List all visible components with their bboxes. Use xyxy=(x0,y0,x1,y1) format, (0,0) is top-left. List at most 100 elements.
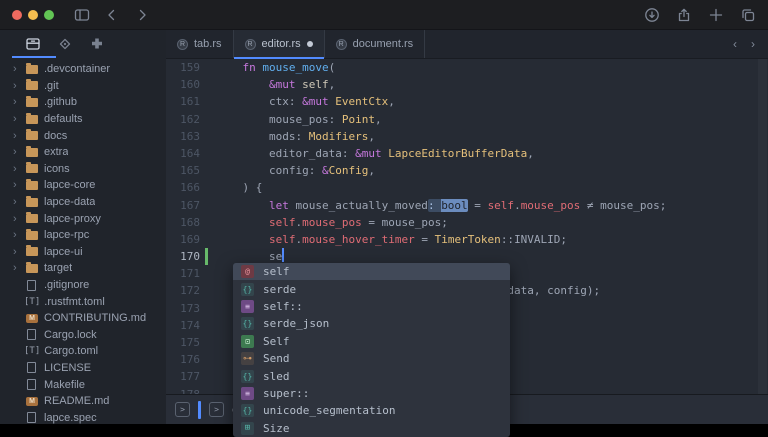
completion-item-Size[interactable]: ⊞Size xyxy=(233,420,510,437)
folder-icon xyxy=(26,181,38,190)
plugins-icon[interactable] xyxy=(89,36,105,52)
folder-icon xyxy=(26,131,38,140)
tree-item-label: .gitignore xyxy=(44,279,89,291)
tree-item-target[interactable]: ›target xyxy=(0,260,166,277)
completion-item-unicode_segmentation[interactable]: {}unicode_segmentation xyxy=(233,402,510,419)
tabs-forward-icon[interactable]: › xyxy=(751,37,755,51)
change-indicator xyxy=(205,179,208,196)
source-control-icon[interactable] xyxy=(57,36,73,52)
code-line-162[interactable]: 162 mouse_pos: Point, xyxy=(166,111,768,128)
chevron-right-icon: › xyxy=(13,114,26,124)
minimize-window-button[interactable] xyxy=(28,10,38,20)
change-indicator xyxy=(205,317,208,334)
tree-item-icons[interactable]: ›icons xyxy=(0,161,166,178)
tree-item-label: defaults xyxy=(44,113,83,125)
tree-item-.github[interactable]: ›.github xyxy=(0,94,166,111)
change-indicator xyxy=(205,214,208,231)
tree-item-label: .rustfmt.toml xyxy=(44,296,105,308)
module-kind-icon: {} xyxy=(241,317,254,330)
file-explorer-icon[interactable] xyxy=(25,36,41,52)
line-number: 172 xyxy=(166,282,200,299)
completion-item-self[interactable]: @self xyxy=(233,263,510,280)
tree-item-lapce.spec[interactable]: lapce.spec xyxy=(0,409,166,424)
completion-label: serde xyxy=(263,283,296,296)
tree-item-lapce-core[interactable]: ›lapce-core xyxy=(0,177,166,194)
tree-item-docs[interactable]: ›docs xyxy=(0,127,166,144)
change-indicator xyxy=(205,93,208,110)
new-tab-icon[interactable] xyxy=(708,7,724,23)
code-line-167[interactable]: 167 let mouse_actually_moved: bool = sel… xyxy=(166,197,768,214)
terminal-tab-icon[interactable]: > xyxy=(209,402,224,417)
tree-item-lapce-proxy[interactable]: ›lapce-proxy xyxy=(0,210,166,227)
completion-item-self::[interactable]: ≡self:: xyxy=(233,298,510,315)
editor-scrollbar[interactable] xyxy=(758,59,767,394)
chevron-right-icon: › xyxy=(13,164,26,174)
code-text: ctx: &mut EventCtx, xyxy=(216,93,395,110)
change-indicator xyxy=(205,145,208,162)
zoom-window-button[interactable] xyxy=(44,10,54,20)
close-window-button[interactable] xyxy=(12,10,22,20)
code-line-165[interactable]: 165 config: &Config, xyxy=(166,162,768,179)
tree-item-extra[interactable]: ›extra xyxy=(0,144,166,161)
folder-icon xyxy=(26,264,38,273)
code-line-164[interactable]: 164 editor_data: &mut LapceEditorBufferD… xyxy=(166,145,768,162)
nav-forward-icon[interactable] xyxy=(134,7,150,23)
code-line-159[interactable]: 159 fn mouse_move( xyxy=(166,59,768,76)
completion-label: serde_json xyxy=(263,317,329,330)
chevron-right-icon: › xyxy=(13,247,26,257)
tree-item-defaults[interactable]: › defaults xyxy=(0,111,166,128)
tree-item-lapce-data[interactable]: ›lapce-data xyxy=(0,194,166,211)
code-text: self.mouse_pos = mouse_pos; xyxy=(216,214,448,231)
copy-windows-icon[interactable] xyxy=(740,7,756,23)
folder-icon xyxy=(26,81,38,90)
sidebar-toggle-icon[interactable] xyxy=(74,7,90,23)
tree-item-README.md[interactable]: MREADME.md xyxy=(0,393,166,410)
tree-item-.git[interactable]: ›.git xyxy=(0,78,166,95)
tabs-back-icon[interactable]: ‹ xyxy=(733,37,737,51)
nav-back-icon[interactable] xyxy=(104,7,120,23)
line-number: 167 xyxy=(166,197,200,214)
tab-label: document.rs xyxy=(353,38,414,50)
download-icon[interactable] xyxy=(644,7,660,23)
terminal-panel-icon[interactable]: > xyxy=(175,402,190,417)
tree-item-Cargo.toml[interactable]: [T]Cargo.toml xyxy=(0,343,166,360)
tree-item-CONTRIBUTING.md[interactable]: MCONTRIBUTING.md xyxy=(0,310,166,327)
tree-item-.rustfmt.toml[interactable]: [T].rustfmt.toml xyxy=(0,293,166,310)
line-number: 174 xyxy=(166,317,200,334)
tab-document.rs[interactable]: Rdocument.rs xyxy=(325,30,426,58)
completion-item-super::[interactable]: ≡super:: xyxy=(233,385,510,402)
completion-item-Send[interactable]: ⊶Send xyxy=(233,350,510,367)
markdown-file-icon: M xyxy=(26,397,38,406)
tab-label: tab.rs xyxy=(194,38,222,50)
code-line-161[interactable]: 161 ctx: &mut EventCtx, xyxy=(166,93,768,110)
completion-item-sled[interactable]: {}sled xyxy=(233,367,510,384)
line-number: 164 xyxy=(166,145,200,162)
code-line-166[interactable]: 166 ) { xyxy=(166,179,768,196)
code-line-169[interactable]: 169 self.mouse_hover_timer = TimerToken:… xyxy=(166,231,768,248)
tree-item-Cargo.lock[interactable]: Cargo.lock xyxy=(0,327,166,344)
module-kind-icon: {} xyxy=(241,404,254,417)
tree-item-lapce-rpc[interactable]: ›lapce-rpc xyxy=(0,227,166,244)
tree-item-LICENSE[interactable]: LICENSE xyxy=(0,360,166,377)
code-line-168[interactable]: 168 self.mouse_pos = mouse_pos; xyxy=(166,214,768,231)
tab-tab.rs[interactable]: Rtab.rs xyxy=(166,30,234,58)
completion-item-serde_json[interactable]: {} serde_json xyxy=(233,315,510,332)
tree-item-label: .github xyxy=(44,96,77,108)
completion-item-serde[interactable]: {}serde xyxy=(233,280,510,297)
tree-item-lapce-ui[interactable]: ›lapce-ui xyxy=(0,244,166,261)
code-text: editor_data: &mut LapceEditorBufferData, xyxy=(216,145,534,162)
code-line-160[interactable]: 160 &mut self, xyxy=(166,76,768,93)
tree-item-.devcontainer[interactable]: ›.devcontainer xyxy=(0,61,166,78)
tree-item-Makefile[interactable]: Makefile xyxy=(0,376,166,393)
change-indicator xyxy=(205,282,208,299)
folder-icon xyxy=(26,164,38,173)
share-icon[interactable] xyxy=(676,7,692,23)
chevron-right-icon: › xyxy=(13,180,26,190)
code-line-163[interactable]: 163 mods: Modifiers, xyxy=(166,128,768,145)
tree-item-label: Makefile xyxy=(44,379,85,391)
line-number: 169 xyxy=(166,231,200,248)
tree-item-.gitignore[interactable]: .gitignore xyxy=(0,277,166,294)
file-icon xyxy=(27,412,36,423)
tab-editor.rs[interactable]: Reditor.rs xyxy=(234,30,325,58)
completion-item-Self[interactable]: ⊡Self xyxy=(233,333,510,350)
